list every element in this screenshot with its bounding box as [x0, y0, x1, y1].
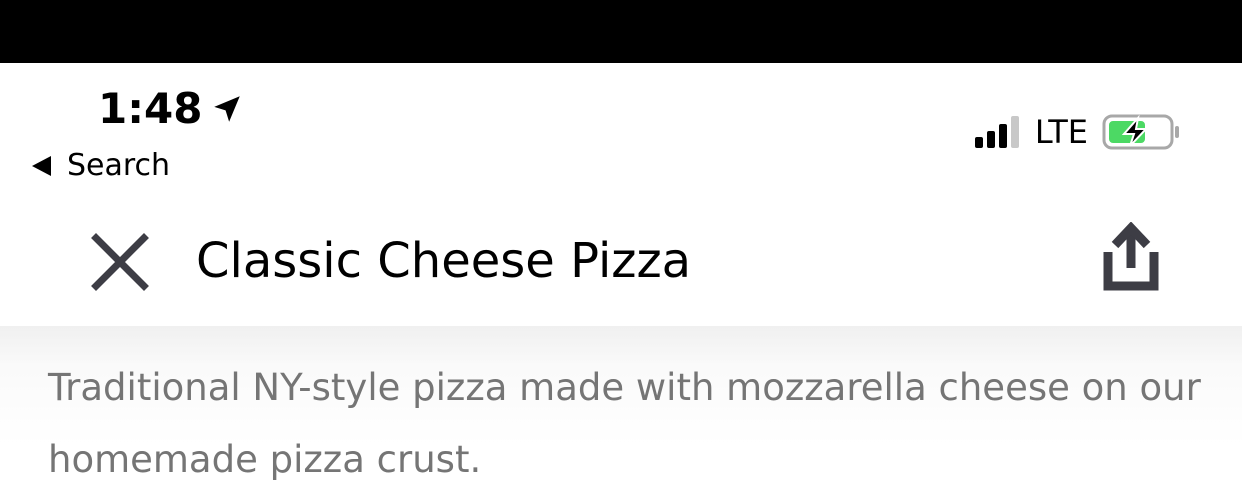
location-arrow-icon — [214, 96, 241, 122]
status-indicators: LTE — [974, 112, 1180, 152]
back-label: Search — [67, 148, 171, 183]
item-title: Classic Cheese Pizza — [196, 233, 692, 289]
share-icon[interactable] — [1096, 222, 1166, 294]
item-description: Traditional NY-style pizza made with moz… — [48, 366, 1201, 481]
cellular-signal-icon — [974, 116, 1023, 148]
top-black-bar — [0, 0, 1242, 63]
status-time-group: 1:48 — [98, 82, 244, 136]
network-type: LTE — [1034, 113, 1088, 151]
battery-charging-icon — [1102, 114, 1179, 150]
back-triangle-icon — [32, 156, 51, 176]
back-to-search-link[interactable]: Search — [32, 147, 170, 185]
status-time: 1:48 — [98, 84, 203, 133]
close-icon[interactable] — [88, 230, 152, 294]
